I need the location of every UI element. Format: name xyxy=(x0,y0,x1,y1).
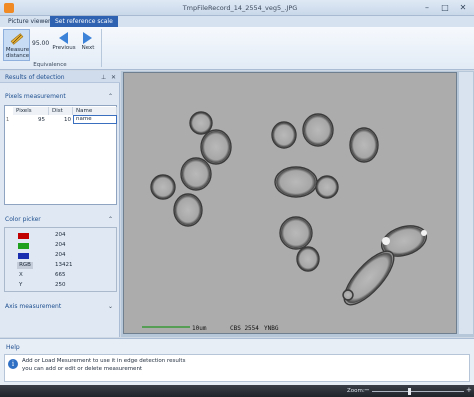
ribbon-tabs: Picture viewer Set reference scale xyxy=(0,16,474,27)
ribbon: Measure distance 95.00 Previous Next Equi… xyxy=(0,27,474,70)
distance-label: distance xyxy=(5,53,30,59)
image-caption: CBS 2554 xyxy=(230,325,259,332)
zoom-thumb[interactable] xyxy=(407,388,411,395)
green-value: 204 xyxy=(55,242,66,248)
next-button[interactable]: Next xyxy=(76,30,100,56)
status-bar: Zoom: − + xyxy=(0,385,474,397)
tab-set-reference-scale[interactable]: Set reference scale xyxy=(50,16,118,27)
app-icon xyxy=(4,3,14,13)
y-label: Y xyxy=(19,282,23,288)
window-title: TmpFileRecord_14_2554_veg5_.JPG xyxy=(182,4,298,12)
x-value: 665 xyxy=(55,272,66,278)
chevron-up-icon[interactable]: ⌃ xyxy=(108,93,113,100)
arrow-right-icon xyxy=(83,32,92,44)
zoom-in-icon[interactable]: + xyxy=(466,386,472,394)
cell-name-input[interactable]: name xyxy=(73,115,117,124)
col-pixels: Pixels xyxy=(13,107,49,115)
scale-text: 10um xyxy=(192,325,207,332)
cell-dist[interactable]: 10 xyxy=(49,116,73,124)
help-panel: Help i Add or Load Mesurement to use it … xyxy=(0,338,474,385)
yeast-cells-image: 10um CBS 2554 YNBG xyxy=(124,73,456,333)
col-dist: Dist xyxy=(49,107,73,115)
chevron-up-icon[interactable]: ⌃ xyxy=(108,216,113,223)
zoom-slider[interactable] xyxy=(372,391,464,392)
color-picker: 204 204 204 RGB 13421 X 665 Y 250 xyxy=(4,227,117,292)
green-swatch xyxy=(18,243,29,249)
measure-distance-button[interactable]: Measure distance xyxy=(3,29,30,61)
blue-swatch xyxy=(18,253,29,259)
col-name: Name xyxy=(73,107,117,115)
blue-value: 204 xyxy=(55,252,66,258)
panel-header: Results of detection ⊥ ✕ xyxy=(0,71,120,83)
tab-picture-viewer[interactable]: Picture viewer xyxy=(3,16,56,27)
color-section-title[interactable]: Color picker xyxy=(5,216,41,223)
axis-section-title[interactable]: Axis measurement xyxy=(5,303,61,310)
rgb-label: RGB xyxy=(17,262,33,269)
x-label: X xyxy=(19,272,23,278)
pin-icon[interactable]: ⊥ xyxy=(101,74,106,81)
y-value: 250 xyxy=(55,282,66,288)
close-icon[interactable]: ✕ xyxy=(111,74,116,81)
previous-button[interactable]: Previous xyxy=(52,30,76,56)
distance-value: 95.00 xyxy=(32,40,50,47)
ribbon-separator xyxy=(101,29,102,67)
next-label: Next xyxy=(81,45,95,51)
panel-title: Results of detection xyxy=(5,74,65,81)
ruler-pencil-icon xyxy=(10,33,24,45)
arrow-left-icon xyxy=(59,32,68,44)
microscope-image[interactable]: 10um CBS 2554 YNBG xyxy=(123,72,457,334)
image-viewport: 10um CBS 2554 YNBG xyxy=(121,71,474,337)
help-line-1: Add or Load Mesurement to use it in edge… xyxy=(22,358,186,364)
pixels-section-title[interactable]: Pixels measurement xyxy=(5,93,66,100)
red-value: 204 xyxy=(55,232,66,238)
vertical-scrollbar[interactable] xyxy=(459,72,473,334)
chevron-down-icon[interactable]: ⌄ xyxy=(108,303,113,310)
help-title: Help xyxy=(6,344,20,351)
zoom-out-icon[interactable]: − xyxy=(364,386,370,394)
red-swatch xyxy=(18,233,29,239)
help-line-2: you can add or edit or delete measuremen… xyxy=(22,366,143,372)
zoom-label: Zoom: xyxy=(347,388,365,394)
cell-pixels[interactable]: 95 xyxy=(13,116,47,124)
maximize-button[interactable]: □ xyxy=(438,2,452,13)
info-icon: i xyxy=(8,359,18,369)
rgb-value: 13421 xyxy=(55,262,73,268)
image-author: YNBG xyxy=(264,325,279,332)
title-bar: TmpFileRecord_14_2554_veg5_.JPG – □ ✕ xyxy=(0,0,474,16)
ribbon-group-label: Equivalence xyxy=(33,62,67,68)
previous-label: Previous xyxy=(52,45,76,51)
help-body: i Add or Load Mesurement to use it in ed… xyxy=(4,354,470,382)
minimize-button[interactable]: – xyxy=(420,2,434,13)
pixels-grid: Pixels Dist Name 1 95 10 name xyxy=(4,105,117,205)
results-panel: Results of detection ⊥ ✕ Pixels measurem… xyxy=(0,71,120,337)
row-index: 1 xyxy=(6,117,10,123)
close-window-button[interactable]: ✕ xyxy=(456,2,470,13)
